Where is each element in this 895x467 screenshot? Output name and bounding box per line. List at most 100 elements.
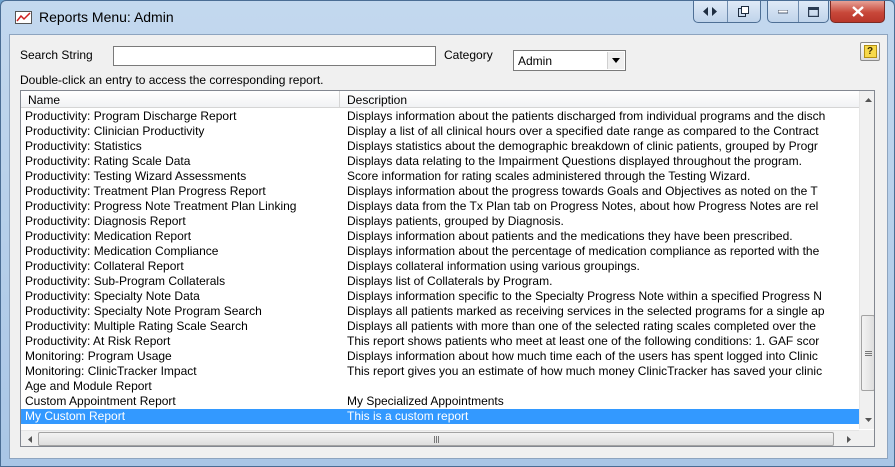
report-description: Displays data from the Tx Plan tab on Pr… <box>347 200 819 213</box>
list-item[interactable]: Productivity: Testing Wizard Assessments… <box>21 169 859 184</box>
window-title: Reports Menu: Admin <box>39 9 174 25</box>
report-name: Productivity: Statistics <box>25 140 142 153</box>
list-item[interactable]: Age and Module Report <box>21 379 859 394</box>
list-item[interactable]: Productivity: Specialty Note Data Display… <box>21 289 859 304</box>
report-name: Productivity: Progress Note Treatment Pl… <box>25 200 297 213</box>
list-item[interactable]: Productivity: Diagnosis Report Displays p… <box>21 214 859 229</box>
report-name: Age and Module Report <box>25 380 152 393</box>
report-description: Displays list of Collaterals by Program. <box>347 275 553 288</box>
report-name: Productivity: Medication Compliance <box>25 245 219 258</box>
report-description: This report gives you an estimate of how… <box>347 365 823 378</box>
report-description: This is a custom report <box>347 410 469 423</box>
category-select[interactable]: Admin <box>513 50 626 71</box>
list-item[interactable]: Productivity: Multiple Rating Scale Sear… <box>21 319 859 334</box>
instructions-text: Double-click an entry to access the corr… <box>20 73 324 87</box>
nav-arrows-button[interactable] <box>694 1 727 22</box>
report-chart-icon <box>15 11 32 24</box>
report-description: This report shows patients who meet at l… <box>347 335 820 348</box>
report-name: Productivity: Treatment Plan Progress Re… <box>25 185 266 198</box>
minimize-icon <box>777 9 788 13</box>
report-description: Displays collateral information using va… <box>347 260 640 273</box>
reports-list[interactable]: Name Description Productivity: Program D… <box>20 90 875 447</box>
report-description: Displays all patients with more than one… <box>347 320 816 333</box>
report-name: Monitoring: ClinicTracker Impact <box>25 365 197 378</box>
report-description: Displays information about the patients … <box>347 110 826 123</box>
column-header-description[interactable]: Description <box>347 93 407 107</box>
report-description: Score information for rating scales admi… <box>347 170 751 183</box>
help-button[interactable]: ? <box>860 42 880 61</box>
caption-buttons <box>767 1 829 23</box>
help-icon: ? <box>863 45 877 58</box>
report-description: Displays information about the progress … <box>347 185 818 198</box>
extra-caption-buttons <box>693 1 761 23</box>
report-name: Productivity: Testing Wizard Assessments <box>25 170 247 183</box>
list-item[interactable]: Productivity: Medication Report Displays … <box>21 229 859 244</box>
vertical-scrollbar[interactable] <box>859 91 874 429</box>
report-description: Displays statistics about the demographi… <box>347 140 818 153</box>
restore-panes-button[interactable] <box>726 1 760 22</box>
client-area: Search String Category Admin ? Double-cl… <box>9 34 888 459</box>
chevron-down-icon[interactable] <box>607 52 624 69</box>
report-description: Displays information about patients and … <box>347 230 793 243</box>
report-description: Displays information about the percentag… <box>347 245 820 258</box>
list-item[interactable]: My Custom Report This is a custom report <box>21 409 859 424</box>
scroll-left-arrow-icon[interactable] <box>22 431 38 446</box>
report-name: Productivity: Multiple Rating Scale Sear… <box>25 320 248 333</box>
vertical-scroll-thumb[interactable] <box>861 315 874 391</box>
list-item[interactable]: Productivity: Medication Compliance Displ… <box>21 244 859 259</box>
close-icon <box>851 6 864 17</box>
window-copy-icon <box>738 6 750 17</box>
list-item[interactable]: Productivity: Rating Scale Data Displays … <box>21 154 859 169</box>
list-item[interactable]: Productivity: Collateral Report Displays … <box>21 259 859 274</box>
title-bar[interactable]: Reports Menu: Admin <box>1 1 894 33</box>
list-item[interactable]: Monitoring: Program Usage Displays inform… <box>21 349 859 364</box>
scrollbar-corner <box>859 430 874 446</box>
report-name: Productivity: Specialty Note Data <box>25 290 200 303</box>
list-item[interactable]: Productivity: Clinician Productivity Disp… <box>21 124 859 139</box>
maximize-button[interactable] <box>797 1 828 22</box>
report-name: Custom Appointment Report <box>25 395 176 408</box>
reports-menu-window: Reports Menu: Admin Search String Catego… <box>0 0 895 467</box>
report-name: My Custom Report <box>25 410 126 423</box>
search-input[interactable] <box>113 46 436 66</box>
report-description: Displays information about how much time… <box>347 350 818 363</box>
report-name: Monitoring: Program Usage <box>25 350 172 363</box>
horizontal-scrollbar[interactable] <box>21 430 859 446</box>
report-description: Display a list of all clinical hours ove… <box>347 125 819 138</box>
report-name: Productivity: Clinician Productivity <box>25 125 205 138</box>
report-description: Displays all patients marked as receivin… <box>347 305 825 318</box>
list-item[interactable]: Productivity: Specialty Note Program Sea… <box>21 304 859 319</box>
column-header-name[interactable]: Name <box>28 93 60 107</box>
column-divider[interactable] <box>339 91 340 108</box>
list-item[interactable]: Monitoring: ClinicTracker Impact This rep… <box>21 364 859 379</box>
list-item[interactable]: Productivity: Statistics Displays statist… <box>21 139 859 154</box>
report-name: Productivity: At Risk Report <box>25 335 171 348</box>
left-right-arrows-icon <box>703 7 718 16</box>
search-label: Search String <box>20 48 93 62</box>
report-name: Productivity: Medication Report <box>25 230 192 243</box>
report-description: My Specialized Appointments <box>347 395 504 408</box>
report-name: Productivity: Diagnosis Report <box>25 215 186 228</box>
close-button[interactable] <box>830 1 885 23</box>
report-name: Productivity: Specialty Note Program Sea… <box>25 305 262 318</box>
horizontal-scroll-thumb[interactable] <box>38 432 834 446</box>
report-description: Displays information specific to the Spe… <box>347 290 822 303</box>
scroll-right-arrow-icon[interactable] <box>841 431 857 446</box>
list-item[interactable]: Productivity: Progress Note Treatment Pl… <box>21 199 859 214</box>
category-value: Admin <box>518 54 553 68</box>
list-item[interactable]: Productivity: Program Discharge Report Di… <box>21 109 859 124</box>
list-header: Name Description <box>21 91 859 108</box>
list-item[interactable]: Productivity: Treatment Plan Progress Re… <box>21 184 859 199</box>
list-item[interactable]: Productivity: Sub-Program Collaterals Dis… <box>21 274 859 289</box>
report-name: Productivity: Collateral Report <box>25 260 184 273</box>
minimize-button[interactable] <box>768 1 798 22</box>
list-item[interactable]: Productivity: At Risk Report This report … <box>21 334 859 349</box>
report-name: Productivity: Program Discharge Report <box>25 110 237 123</box>
report-name: Productivity: Sub-Program Collaterals <box>25 275 226 288</box>
category-label: Category <box>444 48 493 62</box>
list-item[interactable]: Custom Appointment Report My Specialized … <box>21 394 859 409</box>
report-name: Productivity: Rating Scale Data <box>25 155 191 168</box>
scroll-up-arrow-icon[interactable] <box>860 92 874 108</box>
scroll-down-arrow-icon[interactable] <box>860 412 874 428</box>
maximize-icon <box>807 6 819 17</box>
